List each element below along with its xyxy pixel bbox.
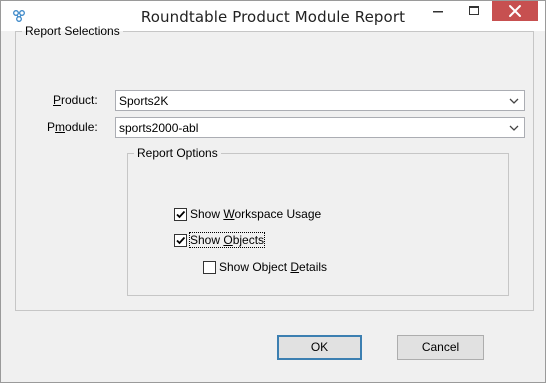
product-value: Sports2K <box>119 94 169 108</box>
pmodule-label: Pmodule: <box>47 120 98 134</box>
maximize-button[interactable] <box>457 1 491 22</box>
report-dialog: Roundtable Product Module Report Report … <box>0 0 546 383</box>
show-objects-label[interactable]: Show Objects <box>188 232 266 248</box>
minimize-icon <box>433 11 443 13</box>
pmodule-value: sports2000-abl <box>119 121 199 135</box>
minimize-button[interactable] <box>421 1 455 22</box>
cancel-button[interactable]: Cancel <box>397 335 484 360</box>
report-selections-legend: Report Selections <box>25 24 120 38</box>
show-workspace-usage-checkbox[interactable] <box>174 208 187 221</box>
close-icon <box>509 5 521 17</box>
show-object-details-checkbox[interactable] <box>203 261 216 274</box>
close-button[interactable] <box>492 1 538 21</box>
chevron-down-icon <box>509 98 519 104</box>
show-objects-checkbox[interactable] <box>174 234 187 247</box>
product-label: Product: <box>53 93 98 107</box>
checkmark-icon <box>176 236 186 245</box>
chevron-down-icon <box>509 125 519 131</box>
report-options-legend: Report Options <box>137 146 218 160</box>
ok-button[interactable]: OK <box>277 335 362 360</box>
checkmark-icon <box>176 210 186 219</box>
pmodule-combobox[interactable]: sports2000-abl <box>115 117 525 138</box>
show-workspace-usage-label[interactable]: Show Workspace Usage <box>190 207 321 221</box>
show-object-details-label[interactable]: Show Object Details <box>219 260 327 274</box>
product-combobox[interactable]: Sports2K <box>115 90 525 111</box>
maximize-icon <box>469 6 479 15</box>
